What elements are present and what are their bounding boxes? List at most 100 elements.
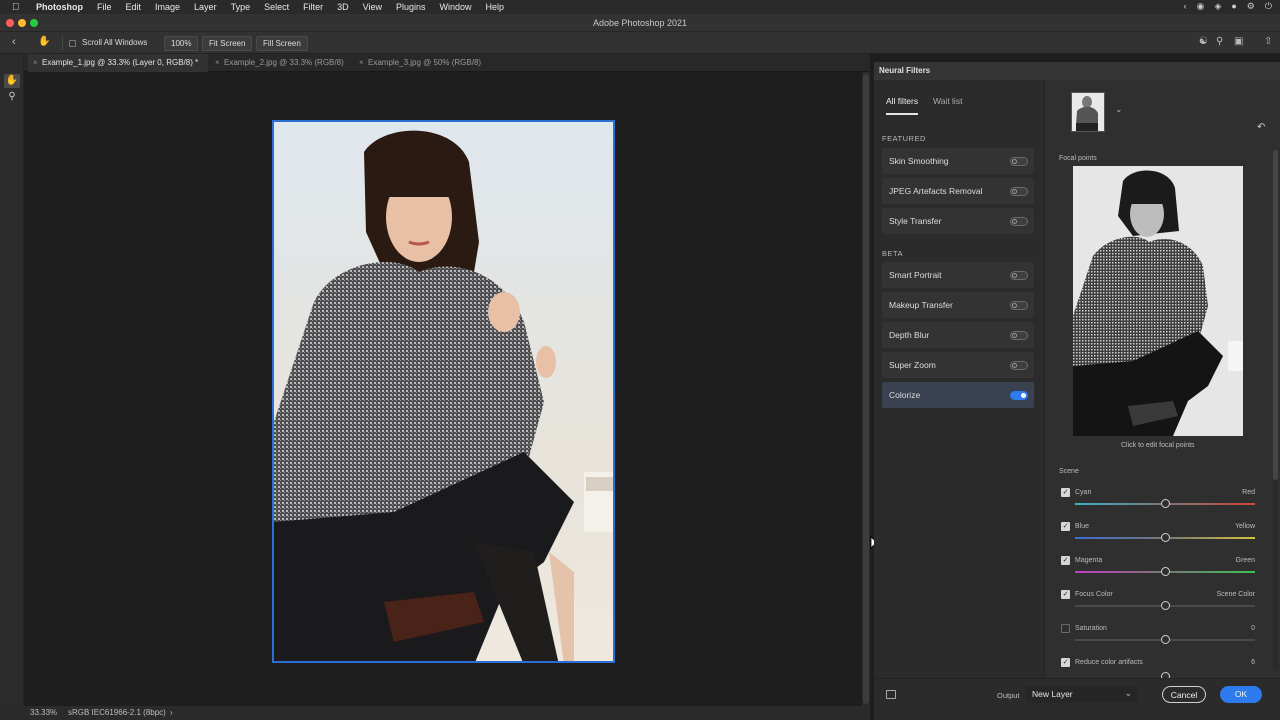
zoom-tool-icon[interactable]: ⚲ [4, 90, 20, 104]
color-profile[interactable]: sRGB IEC61966-2.1 (8bpc) [68, 706, 166, 720]
filter-toggle[interactable] [1010, 331, 1028, 340]
tab-example-2[interactable]: × Example_2.jpg @ 33.3% (RGB/8) [210, 54, 350, 72]
canvas-scrollbar[interactable] [862, 72, 870, 706]
tab-label: Example_2.jpg @ 33.3% (RGB/8) [224, 58, 344, 67]
filter-row-makeup-transfer[interactable]: Makeup Transfer [882, 292, 1034, 318]
compare-icon[interactable] [886, 690, 896, 699]
menu-file[interactable]: File [97, 2, 112, 12]
share-icon[interactable]: ☯ [1199, 36, 1208, 47]
tab-wait-list[interactable]: Wait list [933, 96, 962, 106]
filter-label: Depth Blur [889, 330, 930, 340]
menu-select[interactable]: Select [264, 2, 289, 12]
tab-all-filters[interactable]: All filters [886, 96, 919, 115]
scrollbar-thumb[interactable] [863, 74, 869, 704]
filter-toggle[interactable] [1010, 157, 1028, 166]
filter-toggle[interactable] [1010, 217, 1028, 226]
ok-button[interactable]: OK [1220, 686, 1262, 703]
slider-value: 0 [1251, 625, 1255, 632]
slider-checkbox[interactable]: ✓ [1061, 522, 1070, 531]
document-image[interactable] [272, 120, 615, 663]
export-icon[interactable]: ⇧ [1264, 36, 1272, 47]
menu-app-name[interactable]: Photoshop [36, 2, 83, 12]
cancel-button[interactable]: Cancel [1162, 686, 1206, 703]
reference-thumbnail[interactable] [1071, 92, 1105, 132]
filter-row-super-zoom[interactable]: Super Zoom [882, 352, 1034, 378]
settings-icon[interactable]: ⚙ [1247, 1, 1255, 12]
close-window-button[interactable] [6, 19, 14, 27]
filter-label: JPEG Artefacts Removal [889, 186, 983, 196]
filter-row-jpeg-artefacts[interactable]: JPEG Artefacts Removal [882, 178, 1034, 204]
filter-label: Colorize [889, 390, 921, 400]
slider-right-label: Scene Color [1216, 591, 1255, 598]
slider-thumb[interactable] [1161, 635, 1170, 644]
filter-toggle[interactable] [1010, 187, 1028, 196]
back-arrow-icon[interactable]: ‹ [1184, 1, 1187, 12]
menu-view[interactable]: View [363, 2, 382, 12]
extension-icon[interactable]: ◈ [1214, 1, 1221, 12]
zoom-window-button[interactable] [30, 19, 38, 27]
reset-icon[interactable]: ↶ [1257, 122, 1265, 133]
window-titlebar: Adobe Photoshop 2021 [0, 14, 1280, 32]
filter-label: Super Zoom [889, 360, 936, 370]
slider-thumb[interactable] [1161, 499, 1170, 508]
search-icon[interactable]: ⚲ [1216, 36, 1223, 47]
slider-left-label: Cyan [1075, 489, 1092, 496]
properties-scrollbar[interactable] [1273, 150, 1278, 670]
filter-toggle[interactable] [1010, 271, 1028, 280]
menu-plugins[interactable]: Plugins [396, 2, 426, 12]
filter-row-skin-smoothing[interactable]: Skin Smoothing [882, 148, 1034, 174]
chevron-down-icon[interactable]: ⌄ [1115, 104, 1123, 115]
home-back-icon[interactable]: ‹ [12, 36, 16, 48]
slider-thumb[interactable] [1161, 533, 1170, 542]
zoom-readout[interactable]: 33.33% [30, 706, 57, 720]
menu-3d[interactable]: 3D [337, 2, 349, 12]
slider-checkbox[interactable]: ✓ [1061, 488, 1070, 497]
hand-tool-icon[interactable]: ✋ [4, 74, 20, 88]
close-tab-icon[interactable]: × [215, 54, 220, 72]
slider-left-label: Reduce color artifacts [1075, 659, 1143, 666]
filter-row-colorize[interactable]: Colorize [882, 382, 1034, 408]
close-tab-icon[interactable]: × [359, 54, 364, 72]
tab-example-3[interactable]: × Example_3.jpg @ 50% (RGB/8) [354, 54, 494, 72]
slider-checkbox[interactable]: ✓ [1061, 590, 1070, 599]
fill-screen-button[interactable]: Fill Screen [256, 36, 308, 51]
filter-row-smart-portrait[interactable]: Smart Portrait [882, 262, 1034, 288]
slider-left-label: Saturation [1075, 625, 1107, 632]
zoom-100-button[interactable]: 100% [164, 36, 199, 51]
menu-window[interactable]: Window [440, 2, 472, 12]
scrollbar-thumb[interactable] [1273, 150, 1278, 480]
power-icon[interactable]: ⏻ [1265, 1, 1272, 12]
menu-layer[interactable]: Layer [194, 2, 217, 12]
menu-filter[interactable]: Filter [303, 2, 323, 12]
close-tab-icon[interactable]: × [33, 54, 38, 72]
tab-example-1[interactable]: × Example_1.jpg @ 33.3% (Layer 0, RGB/8)… [28, 54, 208, 72]
record-icon[interactable]: ◉ [1197, 1, 1205, 12]
thumbnail-image [1072, 93, 1104, 131]
slider-checkbox[interactable]: ✓ [1061, 658, 1070, 667]
minimize-window-button[interactable] [18, 19, 26, 27]
menu-edit[interactable]: Edit [126, 2, 142, 12]
focal-preview[interactable] [1073, 166, 1243, 436]
filter-toggle[interactable] [1010, 301, 1028, 310]
filter-row-style-transfer[interactable]: Style Transfer [882, 208, 1034, 234]
filter-toggle[interactable] [1010, 361, 1028, 370]
scene-label: Scene [1059, 468, 1079, 475]
menu-type[interactable]: Type [231, 2, 251, 12]
filter-row-depth-blur[interactable]: Depth Blur [882, 322, 1034, 348]
slider-checkbox[interactable]: ✓ [1061, 624, 1070, 633]
fit-screen-button[interactable]: Fit Screen [202, 36, 253, 51]
filter-toggle[interactable] [1010, 391, 1028, 400]
workspace-icon[interactable]: ▣ [1234, 36, 1243, 47]
slider-thumb[interactable] [1161, 601, 1170, 610]
slider-right-label: Green [1235, 557, 1255, 564]
slider-checkbox[interactable]: ✓ [1061, 556, 1070, 565]
apple-icon[interactable]:  [12, 2, 26, 13]
scroll-all-windows-checkbox[interactable] [69, 40, 76, 47]
color-picker-icon[interactable]: ● [1231, 1, 1236, 12]
slider-thumb[interactable] [1161, 567, 1170, 576]
output-select[interactable]: New Layer ⌄ [1026, 686, 1138, 703]
menu-image[interactable]: Image [155, 2, 180, 12]
options-bar: ‹ ✋ Scroll All Windows 100% Fit Screen F… [0, 32, 1280, 54]
menu-help[interactable]: Help [486, 2, 505, 12]
chevron-right-icon[interactable]: › [170, 706, 173, 720]
